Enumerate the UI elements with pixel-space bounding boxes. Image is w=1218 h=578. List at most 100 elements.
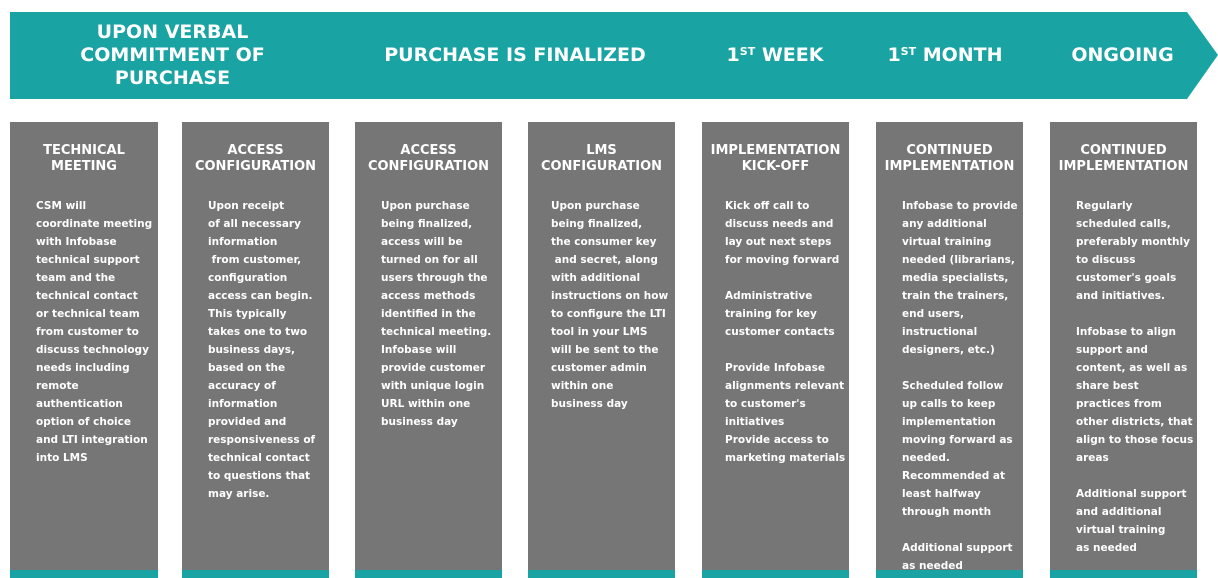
body-line: Upon receipt <box>208 200 285 212</box>
body-line: other districts, that <box>1076 416 1193 428</box>
body-line: any additional <box>902 218 987 230</box>
body-line: to customer's <box>725 398 806 410</box>
body-line: customer admin <box>551 362 647 374</box>
step-column-technical-meeting: TECHNICAL MEETING CSM will coordinate meeti… <box>10 122 158 578</box>
body-line: access can begin. <box>208 290 313 302</box>
step-column-access-configuration-1: ACCESS CONFIGURATION Upon receipt of all ne… <box>182 122 329 578</box>
phase-line: UPON VERBAL <box>96 21 249 43</box>
column-title-line: CONTINUED <box>1080 143 1167 158</box>
column-accent-bar <box>528 570 675 578</box>
column-title-line: CONFIGURATION <box>194 159 317 174</box>
body-line: moving forward as <box>902 434 1013 446</box>
body-line: Kick off call to <box>725 200 810 212</box>
column-accent-bar <box>1050 570 1197 578</box>
body-line: configuration <box>208 272 288 284</box>
body-line: with Infobase <box>36 236 117 248</box>
column-title: CONTINUED IMPLEMENTATION <box>1050 143 1197 175</box>
body-line: being finalized, <box>381 218 473 230</box>
body-line: alignments relevant <box>725 380 845 392</box>
body-line: business day <box>381 416 458 428</box>
body-line: content, as well as <box>1076 362 1188 374</box>
body-line: users through the <box>381 272 488 284</box>
body-line: technical meeting. <box>381 326 492 338</box>
column-title-line: IMPLEMENTATION <box>884 159 1015 174</box>
body-line: technical support <box>36 254 140 266</box>
body-line: coordinate meeting <box>36 218 153 230</box>
body-line: provided and <box>208 416 287 428</box>
column-body: Regularly scheduled calls, preferably mont… <box>1076 197 1193 557</box>
body-line: from customer, <box>208 254 302 266</box>
column-body: Upon receipt of all necessary information … <box>208 197 323 503</box>
body-line: to discuss <box>1076 254 1136 266</box>
column-title-line: CONTINUED <box>906 143 993 158</box>
column-accent-bar <box>355 570 502 578</box>
body-line: the consumer key <box>551 236 657 248</box>
body-line: least halfway <box>902 488 981 500</box>
body-line: authentication <box>36 398 123 410</box>
body-line: information <box>208 236 278 248</box>
column-title-line: LMS <box>586 143 617 158</box>
body-line: with additional <box>551 272 641 284</box>
body-line: up calls to keep <box>902 398 996 410</box>
phase-label: ONGOING <box>1071 44 1174 66</box>
body-line: and initiatives. <box>1076 290 1165 302</box>
column-title-line: ACCESS <box>227 143 284 158</box>
column-accent-bar <box>702 570 849 578</box>
body-line: turned on for all <box>381 254 478 266</box>
body-line: Infobase will <box>381 344 457 356</box>
body-line: virtual training <box>902 236 992 248</box>
body-line: from customer to <box>36 326 139 338</box>
body-line: preferably monthly <box>1076 236 1190 248</box>
body-line: team and the <box>36 272 116 284</box>
phase-line: PURCHASE <box>114 67 231 89</box>
body-line: Upon purchase <box>551 200 640 212</box>
column-title-line: KICK-OFF <box>741 159 810 174</box>
phase-ongoing: ONGOING <box>1045 21 1200 90</box>
column-body: Upon purchase being finalized, access will… <box>381 197 496 431</box>
body-line: within one <box>551 380 614 392</box>
body-line: lay out next steps <box>725 236 832 248</box>
column-title-line: IMPLEMENTATION <box>710 143 841 158</box>
phase-label: PURCHASE IS FINALIZED <box>384 44 646 66</box>
body-line: with unique login <box>381 380 485 392</box>
body-line: access will be <box>381 236 463 248</box>
body-line: virtual training <box>1076 524 1166 536</box>
column-title-line: IMPLEMENTATION <box>1058 159 1189 174</box>
column-body: Upon purchase being finalized, the consume… <box>551 197 669 413</box>
body-line: areas <box>1076 452 1109 464</box>
body-line: Additional support <box>1076 488 1187 500</box>
column-title: ACCESS CONFIGURATION <box>182 143 329 175</box>
body-line: or technical team <box>36 308 140 320</box>
body-line: may arise. <box>208 488 270 500</box>
body-line: takes one to two <box>208 326 308 338</box>
body-line: scheduled calls, <box>1076 218 1171 230</box>
body-line: CSM will <box>36 200 87 212</box>
body-line: customer's goals <box>1076 272 1177 284</box>
body-line: responsiveness of <box>208 434 316 446</box>
body-line: remote <box>36 380 79 392</box>
body-line: media specialists, <box>902 272 1009 284</box>
column-body: Kick off call to discuss needs and lay out… <box>725 197 845 467</box>
column-title: IMPLEMENTATION KICK-OFF <box>702 143 849 175</box>
body-line: Infobase to provide <box>902 200 1018 212</box>
body-line: provide customer <box>381 362 486 374</box>
body-line: and secret, along <box>551 254 658 266</box>
column-title: LMS CONFIGURATION <box>528 143 675 175</box>
phase-line: COMMITMENT OF <box>80 44 265 66</box>
body-line: end users, <box>902 308 965 320</box>
body-line: instructions on how <box>551 290 669 302</box>
body-line: This typically <box>208 308 287 320</box>
body-line: into LMS <box>36 452 88 464</box>
column-body: Infobase to provide any additional virtual… <box>902 197 1018 575</box>
phase-first-month: 1ST MONTH <box>870 21 1020 90</box>
body-line: will be sent to the <box>551 344 659 356</box>
column-title: TECHNICAL MEETING <box>10 143 158 175</box>
column-title-line: MEETING <box>51 159 117 174</box>
body-line: Regularly <box>1076 200 1133 212</box>
step-column-access-configuration-2: ACCESS CONFIGURATION Upon purchase being fi… <box>355 122 502 578</box>
column-title-line: TECHNICAL <box>43 143 125 158</box>
body-line: training for key <box>725 308 817 320</box>
